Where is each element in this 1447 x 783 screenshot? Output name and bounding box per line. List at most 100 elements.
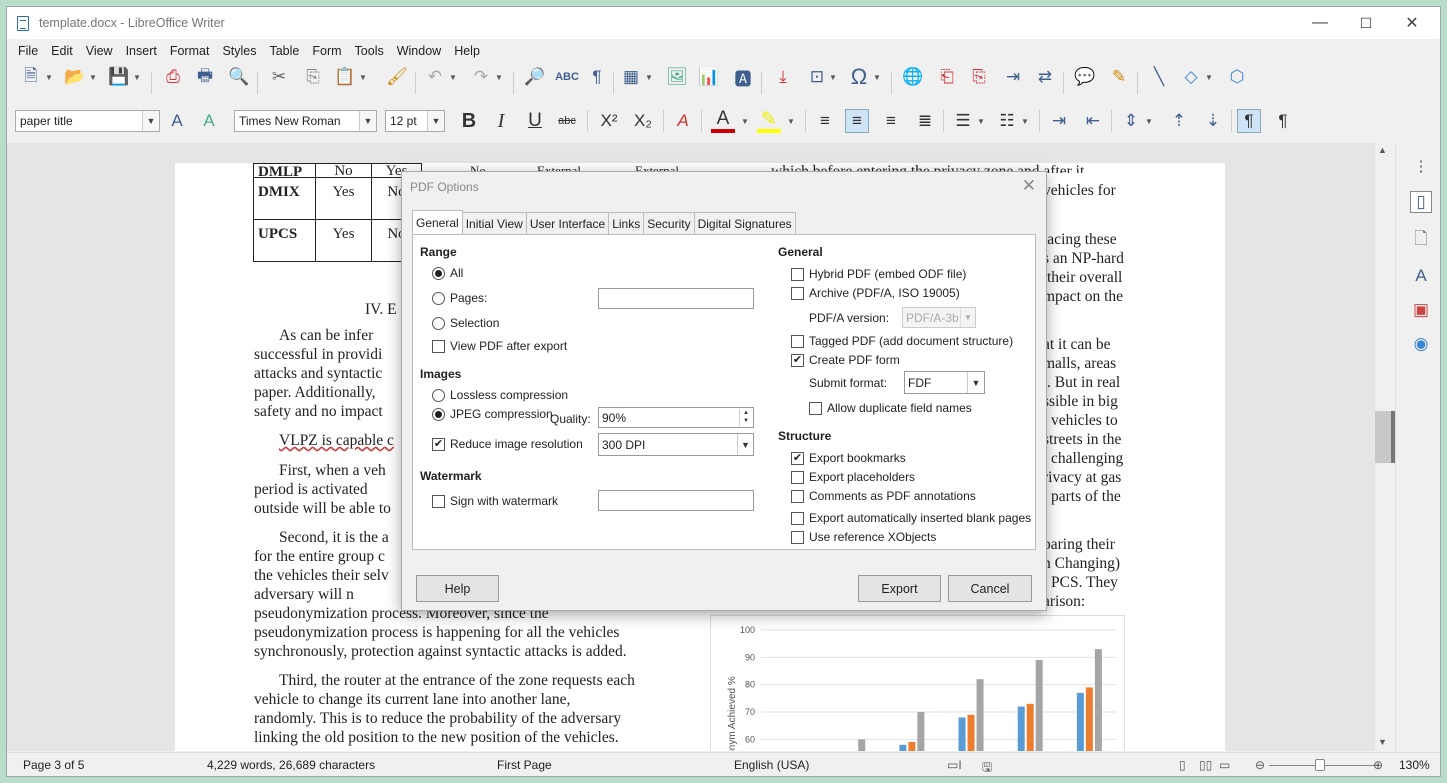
comment-icon[interactable]: 💬 — [1073, 65, 1097, 89]
menu-insert[interactable]: Insert — [126, 44, 157, 58]
line-icon[interactable]: ╲ — [1147, 65, 1171, 89]
find-replace-icon[interactable]: 🔎 — [523, 65, 547, 89]
bookmark-icon[interactable]: ⇥ — [1001, 65, 1025, 89]
line-spacing-icon[interactable]: ⇕ — [1119, 109, 1143, 133]
lossless-radio[interactable]: Lossless compression — [432, 388, 568, 402]
quality-spinbox[interactable]: 90% ▲ ▼ — [598, 407, 754, 428]
open-dropdown-arrow[interactable]: ▼ — [89, 65, 97, 89]
tagged-pdf-checkbox[interactable]: Tagged PDF (add document structure) — [791, 334, 1013, 348]
properties-icon[interactable]: ▯ — [1410, 191, 1432, 213]
clear-formatting-icon[interactable]: A — [671, 109, 695, 133]
export-blank-pages-checkbox[interactable]: Export automatically inserted blank page… — [791, 511, 1031, 525]
print-preview-icon[interactable]: 🔍 — [227, 65, 251, 89]
save-icon[interactable]: 💾 — [107, 65, 131, 89]
export-bookmarks-checkbox[interactable]: ✔ Export bookmarks — [791, 451, 906, 465]
submit-format-select[interactable]: FDF ▼ — [904, 371, 985, 394]
chevron-down-icon[interactable]: ▼ — [427, 111, 444, 131]
cancel-button[interactable]: Cancel — [948, 575, 1032, 602]
menu-styles[interactable]: Styles — [222, 44, 256, 58]
language[interactable]: English (USA) — [734, 758, 809, 772]
page-style[interactable]: First Page — [497, 758, 552, 772]
shapes-dropdown-arrow[interactable]: ▼ — [1205, 65, 1213, 89]
subscript-icon[interactable]: X₂ — [631, 109, 655, 133]
copy-icon[interactable]: ⎘ — [301, 65, 325, 89]
menu-help[interactable]: Help — [454, 44, 480, 58]
sidebar-menu-icon[interactable]: ⋮ — [1410, 155, 1432, 177]
insert-mode-icon[interactable]: ▭I — [947, 758, 962, 772]
scrollbar-thumb[interactable] — [1375, 411, 1391, 463]
spelling-icon[interactable]: ABC — [555, 65, 579, 89]
allow-duplicate-names-checkbox[interactable]: Allow duplicate field names — [809, 401, 972, 415]
font-size-box[interactable]: 12 pt ▼ — [385, 110, 445, 132]
jpeg-radio[interactable]: JPEG compression — [432, 407, 553, 421]
undo-icon[interactable]: ↶ — [423, 65, 447, 89]
book-view-icon[interactable]: ▭ — [1219, 758, 1230, 772]
bullet-list-icon[interactable]: ☰ — [951, 109, 975, 133]
hybrid-pdf-checkbox[interactable]: Hybrid PDF (embed ODF file) — [791, 267, 966, 281]
menu-table[interactable]: Table — [269, 44, 299, 58]
insert-image-icon[interactable]: 🖼 — [665, 65, 689, 89]
sign-watermark-checkbox[interactable]: Sign with watermark — [432, 494, 558, 508]
create-form-checkbox[interactable]: ✔ Create PDF form — [791, 353, 900, 367]
font-color-dropdown-arrow[interactable]: ▼ — [741, 109, 749, 133]
footnote-icon[interactable]: ⎗ — [935, 65, 959, 89]
numbering-dropdown-arrow[interactable]: ▼ — [1021, 109, 1029, 133]
italic-icon[interactable]: I — [489, 109, 513, 133]
hyperlink-icon[interactable]: 🌐 — [901, 65, 925, 89]
menu-tools[interactable]: Tools — [355, 44, 384, 58]
print-icon[interactable]: 🖶 — [193, 65, 217, 89]
range-selection-radio[interactable]: Selection — [432, 316, 499, 330]
new-dropdown-arrow[interactable]: ▼ — [45, 65, 53, 89]
menu-form[interactable]: Form — [312, 44, 341, 58]
special-character-icon[interactable]: Ω — [847, 64, 871, 89]
chevron-down-icon[interactable]: ▼ — [359, 111, 376, 131]
font-name-box[interactable]: Times New Roman ▼ — [234, 110, 377, 132]
chevron-down-icon[interactable]: ▼ — [142, 111, 159, 131]
page-break-icon[interactable]: ⤓ — [771, 65, 795, 89]
basic-shapes-icon[interactable]: ◇ — [1179, 65, 1203, 89]
range-pages-radio[interactable]: Pages: — [432, 291, 487, 305]
zoom-level[interactable]: 130% — [1399, 758, 1430, 772]
chevron-down-icon[interactable]: ▼ — [960, 308, 975, 327]
new-document-icon[interactable]: 🗎 — [19, 65, 43, 89]
highlight-dropdown-arrow[interactable]: ▼ — [787, 109, 795, 133]
close-button[interactable]: ✕ — [1389, 7, 1435, 39]
menu-window[interactable]: Window — [397, 44, 441, 58]
view-after-export-checkbox[interactable]: View PDF after export — [432, 339, 567, 353]
insert-field-icon[interactable]: ⊡ — [805, 65, 829, 89]
save-dropdown-arrow[interactable]: ▼ — [133, 65, 141, 89]
decrease-indent-icon[interactable]: ⇤ — [1081, 109, 1105, 133]
scroll-up-arrow-icon[interactable]: ▲ — [1378, 145, 1387, 155]
resolution-select[interactable]: 300 DPI ▼ — [598, 433, 754, 456]
menu-file[interactable]: File — [18, 44, 38, 58]
scroll-down-arrow-icon[interactable]: ▼ — [1378, 737, 1387, 747]
zoom-slider-thumb[interactable] — [1315, 759, 1325, 771]
tab-digital-signatures[interactable]: Digital Signatures — [693, 212, 796, 234]
special-char-dropdown-arrow[interactable]: ▼ — [873, 65, 881, 89]
line-spacing-dropdown-arrow[interactable]: ▼ — [1145, 109, 1153, 133]
insert-table-icon[interactable]: ▦ — [619, 65, 643, 89]
open-folder-icon[interactable]: 📂 — [63, 65, 87, 89]
superscript-icon[interactable]: X² — [597, 109, 621, 133]
archive-pdfa-checkbox[interactable]: Archive (PDF/A, ISO 19005) — [791, 286, 960, 300]
tab-user-interface[interactable]: User Interface — [525, 212, 610, 234]
endnote-icon[interactable]: ⎘ — [967, 65, 991, 89]
tab-initial-view[interactable]: Initial View — [461, 212, 527, 234]
increase-indent-icon[interactable]: ⇥ — [1047, 109, 1071, 133]
insert-textbox-icon[interactable]: 🅰 — [731, 65, 755, 89]
draw-functions-icon[interactable]: ⬡ — [1225, 65, 1249, 89]
left-to-right-icon[interactable]: ¶ — [1237, 109, 1261, 133]
paste-icon[interactable]: 📋 — [333, 65, 357, 89]
update-style-icon[interactable]: A — [165, 109, 189, 133]
styles-icon[interactable]: A — [1410, 265, 1432, 287]
redo-dropdown-arrow[interactable]: ▼ — [495, 65, 503, 89]
tab-general[interactable]: General — [412, 210, 463, 234]
bar-chart[interactable]: 405060708090100onym Achieved % — [710, 615, 1125, 751]
chevron-down-icon[interactable]: ▼ — [967, 372, 984, 393]
tab-security[interactable]: Security — [643, 212, 695, 234]
maximize-button[interactable]: ☐ — [1343, 7, 1389, 39]
range-all-radio[interactable]: All — [432, 266, 463, 280]
new-style-icon[interactable]: A — [197, 109, 221, 133]
multi-page-view-icon[interactable]: ▯▯ — [1199, 758, 1212, 772]
font-color-icon[interactable]: A — [711, 108, 735, 133]
